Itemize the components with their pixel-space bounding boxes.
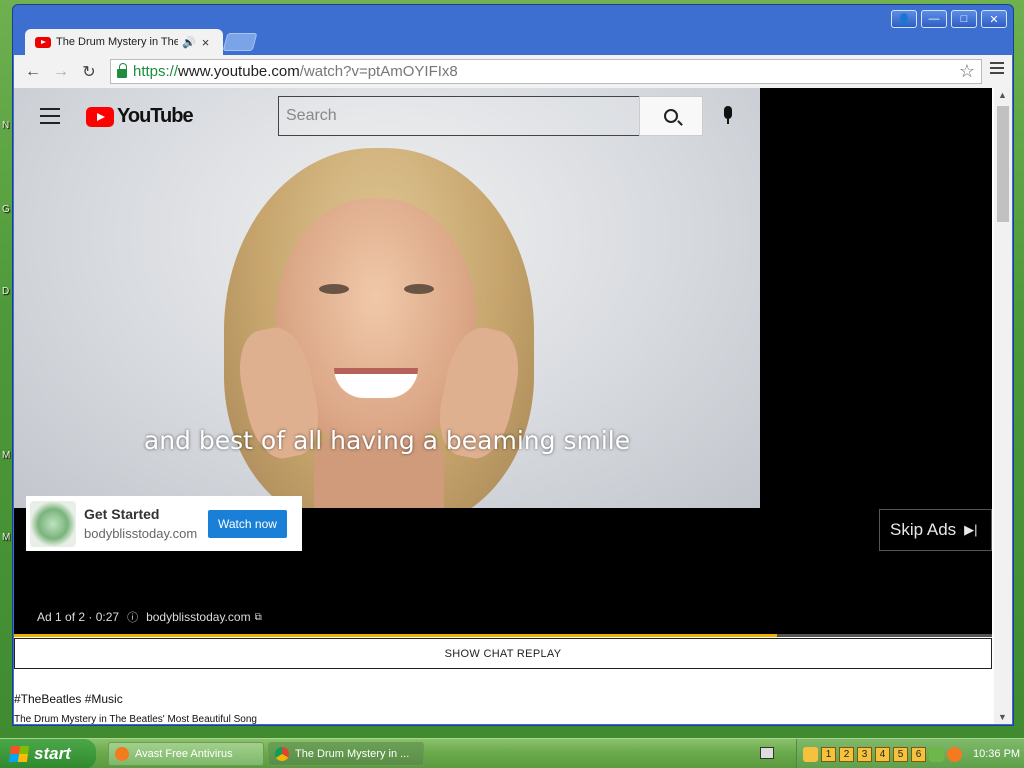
- search-button[interactable]: [639, 96, 703, 136]
- tray-number-3[interactable]: 3: [857, 746, 872, 762]
- window-controls: 👤 — □ ✕: [891, 10, 1007, 28]
- tray-app-icon[interactable]: [803, 746, 818, 762]
- maximize-button[interactable]: □: [951, 10, 977, 28]
- clock[interactable]: 10:36 PM: [973, 748, 1020, 760]
- scroll-down-icon[interactable]: ▼: [998, 712, 1007, 722]
- search-icon: [664, 109, 678, 123]
- tab-title: The Drum Mystery in The: [56, 36, 178, 48]
- scroll-up-icon[interactable]: ▲: [998, 90, 1007, 100]
- user-icon[interactable]: 👤: [891, 10, 917, 28]
- youtube-logo[interactable]: YouTube: [86, 105, 194, 128]
- keyboard-icon[interactable]: [760, 747, 774, 759]
- ad-progress-fill: [14, 634, 777, 637]
- hashtags[interactable]: #TheBeatles #Music: [14, 692, 123, 706]
- video-caption: and best of all having a beaming smile: [143, 426, 631, 455]
- windows-logo-icon: [8, 746, 30, 762]
- tab-close-icon[interactable]: ×: [202, 35, 210, 50]
- url-path: /watch?v=ptAmOYIFIx8: [299, 63, 458, 80]
- search-input[interactable]: Search: [278, 96, 640, 136]
- address-bar[interactable]: https:// www.youtube.com /watch?v=ptAmOY…: [110, 59, 982, 84]
- tray-app-icon[interactable]: [929, 746, 944, 762]
- browser-window: 👤 — □ ✕ The Drum Mystery in The 🔊 × ← → …: [12, 4, 1014, 726]
- ad-domain: bodyblisstoday.com: [84, 526, 198, 541]
- browser-tab[interactable]: The Drum Mystery in The 🔊 ×: [25, 29, 223, 55]
- start-button[interactable]: start: [0, 739, 96, 768]
- url-host: www.youtube.com: [178, 63, 300, 80]
- url-scheme: https://: [133, 63, 179, 80]
- avast-icon: [115, 747, 129, 761]
- task-label: The Drum Mystery in ...: [295, 748, 410, 760]
- skip-ads-label: Skip Ads: [890, 520, 957, 539]
- ad-title: Get Started: [84, 506, 160, 522]
- menu-icon[interactable]: [40, 108, 60, 129]
- minimize-button[interactable]: —: [921, 10, 947, 28]
- lock-icon: [117, 63, 127, 78]
- ad-info-domain[interactable]: bodyblisstoday.com: [146, 610, 251, 624]
- video-player[interactable]: and best of all having a beaming smile Y…: [14, 88, 992, 637]
- avast-tray-icon[interactable]: [947, 746, 962, 762]
- youtube-play-icon: [86, 106, 114, 127]
- desktop-icon-label: G: [2, 204, 10, 215]
- info-icon[interactable]: ⓘ: [127, 609, 138, 625]
- skip-ads-button[interactable]: Skip Ads ▶|: [879, 509, 992, 551]
- video-figure: [404, 284, 434, 294]
- desktop-icon-label: M: [2, 532, 11, 543]
- microphone-icon[interactable]: [724, 106, 732, 124]
- youtube-header: YouTube Search: [14, 88, 760, 144]
- skip-icon: ▶|: [964, 522, 978, 537]
- close-window-button[interactable]: ✕: [981, 10, 1007, 28]
- external-link-icon[interactable]: ⧉: [255, 612, 262, 623]
- desktop-icon-label: D: [2, 286, 10, 297]
- tray-number-5[interactable]: 5: [893, 746, 908, 762]
- ad-progress-bar[interactable]: [14, 634, 992, 637]
- desktop-icon-label: N: [2, 120, 10, 131]
- watch-now-button[interactable]: Watch now: [208, 509, 287, 538]
- tray-number-1[interactable]: 1: [821, 746, 836, 762]
- ad-info: Ad 1 of 2 · 0:27 ⓘ bodyblisstoday.com ⧉: [37, 609, 262, 625]
- start-label: start: [34, 744, 71, 763]
- tray-number-4[interactable]: 4: [875, 746, 890, 762]
- taskbar-item-chrome[interactable]: The Drum Mystery in ...: [268, 742, 424, 766]
- system-tray: 1 2 3 4 5 6 10:36 PM: [796, 739, 1024, 768]
- browser-menu-button[interactable]: [990, 62, 1004, 77]
- new-tab-button[interactable]: [222, 33, 258, 51]
- bookmark-star-icon[interactable]: ☆: [959, 61, 975, 82]
- show-chat-replay-button[interactable]: SHOW CHAT REPLAY: [14, 638, 992, 669]
- back-button[interactable]: ←: [22, 61, 44, 83]
- forward-button[interactable]: →: [50, 61, 72, 83]
- taskbar: start Avast Free Antivirus The Drum Myst…: [0, 738, 1024, 768]
- page-viewport: and best of all having a beaming smile Y…: [14, 88, 1012, 724]
- ad-thumbnail: [30, 500, 76, 547]
- video-title: The Drum Mystery in The Beatles' Most Be…: [14, 714, 257, 724]
- video-frame[interactable]: and best of all having a beaming smile Y…: [14, 88, 760, 508]
- taskbar-item-avast[interactable]: Avast Free Antivirus: [108, 742, 264, 766]
- desktop-icon-label: M: [2, 450, 11, 461]
- speaker-icon[interactable]: 🔊: [182, 36, 196, 49]
- reload-button[interactable]: ↻: [78, 61, 100, 83]
- ad-counter: Ad 1 of 2 · 0:27: [37, 610, 120, 624]
- page-scrollbar[interactable]: ▲ ▼: [994, 88, 1012, 724]
- tray-number-2[interactable]: 2: [839, 746, 854, 762]
- youtube-favicon-icon: [35, 36, 51, 48]
- video-figure: [319, 284, 349, 294]
- scroll-thumb[interactable]: [997, 106, 1009, 222]
- youtube-logo-text: YouTube: [117, 105, 194, 127]
- ad-card[interactable]: Get Started bodyblisstoday.com Watch now: [26, 496, 302, 551]
- tray-number-6[interactable]: 6: [911, 746, 926, 762]
- browser-toolbar: ← → ↻ https:// www.youtube.com /watch?v=…: [14, 55, 1012, 88]
- chrome-icon: [275, 747, 289, 761]
- task-label: Avast Free Antivirus: [135, 748, 233, 760]
